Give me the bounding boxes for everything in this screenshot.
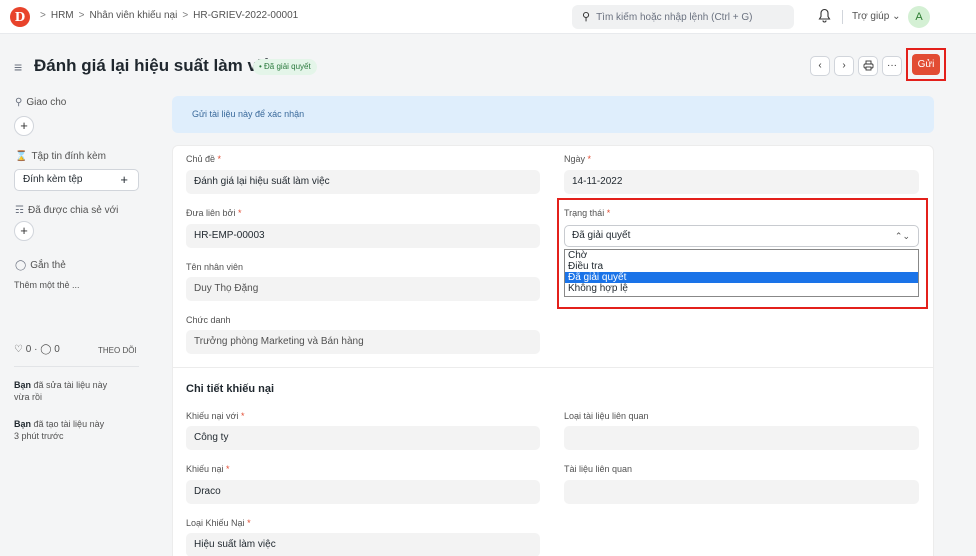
add-share-button[interactable]: + bbox=[14, 221, 34, 241]
top-navbar: D > HRM > Nhân viên khiếu nại > HR-GRIEV… bbox=[0, 0, 976, 34]
users-icon: ☶ bbox=[15, 205, 24, 216]
employee-name-label: Tên nhân viên bbox=[186, 262, 244, 272]
status-highlight-frame bbox=[557, 198, 928, 309]
likes-comments: ♡ 0 · ◯ 0 bbox=[14, 344, 60, 355]
associated-document-field[interactable] bbox=[564, 480, 919, 504]
grievance-against-party-label: Khiếu nại với * bbox=[186, 411, 245, 421]
sidebar-toggle-icon[interactable]: ≡ bbox=[14, 59, 22, 75]
avatar[interactable]: A bbox=[908, 6, 930, 28]
breadcrumb-item-doc[interactable]: HR-GRIEV-2022-00001 bbox=[193, 10, 298, 21]
search-icon: ⚲ bbox=[582, 11, 591, 23]
shared-heading: ☶ Đã được chia sẻ với bbox=[15, 205, 118, 216]
activity-time: 3 phút trước bbox=[14, 431, 64, 441]
associated-doctype-field[interactable] bbox=[564, 426, 919, 450]
activity-actor: Bạn bbox=[14, 419, 32, 429]
activity-item: Bạn đã sửa tài liệu này bbox=[14, 379, 107, 391]
app-logo[interactable]: D bbox=[10, 7, 30, 27]
date-label: Ngày * bbox=[564, 154, 592, 164]
associated-doctype-label: Loại tài liệu liên quan bbox=[564, 411, 649, 421]
chevron-down-icon: ⌄ bbox=[892, 11, 901, 22]
raised-by-label: Đưa liên bởi * bbox=[186, 208, 242, 218]
tag-icon: ◯ bbox=[15, 260, 27, 271]
chevron-left-icon: ‹ bbox=[818, 60, 822, 71]
more-actions-button[interactable]: ··· bbox=[882, 56, 902, 76]
designation-label: Chức danh bbox=[186, 315, 231, 325]
prev-doc-button[interactable]: ‹ bbox=[810, 56, 830, 76]
paperclip-icon: ⌛ bbox=[15, 151, 28, 162]
activity-text: đã sửa tài liệu này bbox=[33, 380, 108, 390]
tags-label: Gắn thẻ bbox=[30, 260, 66, 271]
submit-banner: Gửi tài liệu này để xác nhận bbox=[172, 96, 934, 133]
next-doc-button[interactable]: › bbox=[834, 56, 854, 76]
attachments-label: Tập tin đính kèm bbox=[31, 151, 106, 162]
associated-document-label: Tài liệu liên quan bbox=[564, 464, 633, 474]
grievance-type-label: Loại Khiếu Nại * bbox=[186, 518, 251, 528]
attach-file-label: Đính kèm tệp bbox=[23, 174, 83, 185]
comment-icon[interactable]: ◯ bbox=[40, 344, 51, 355]
bell-icon[interactable] bbox=[818, 8, 832, 24]
grievance-against-field[interactable]: Draco bbox=[186, 480, 540, 504]
search-input[interactable]: ⚲ Tìm kiếm hoặc nhập lệnh (Ctrl + G) bbox=[572, 5, 794, 29]
add-tag-link[interactable]: Thêm một thẻ ... bbox=[14, 279, 80, 291]
submit-button[interactable]: Gửi bbox=[912, 54, 940, 75]
user-icon: ⚲ bbox=[15, 97, 23, 108]
help-label: Trợ giúp bbox=[852, 11, 890, 22]
section-divider bbox=[172, 367, 934, 368]
likes-count: 0 bbox=[25, 344, 32, 355]
subject-label: Chủ đề * bbox=[186, 154, 222, 164]
attach-file-button[interactable]: Đính kèm tệp + bbox=[14, 169, 139, 191]
employee-name-field: Duy Thọ Đặng bbox=[186, 277, 540, 301]
breadcrumb: > HRM > Nhân viên khiếu nại > HR-GRIEV-2… bbox=[40, 10, 298, 21]
activity-item: Bạn đã tạo tài liệu này bbox=[14, 418, 104, 430]
designation-field: Trưởng phòng Marketing và Bán hàng bbox=[186, 330, 540, 354]
plus-icon: + bbox=[20, 223, 28, 238]
breadcrumb-separator: > bbox=[78, 10, 85, 21]
tags-heading: ◯ Gắn thẻ bbox=[15, 260, 66, 271]
assign-label: Giao cho bbox=[26, 97, 67, 108]
breadcrumb-separator: > bbox=[40, 10, 46, 21]
help-dropdown[interactable]: Trợ giúp ⌄ bbox=[852, 11, 900, 22]
assign-heading: ⚲ Giao cho bbox=[15, 97, 66, 108]
add-assign-button[interactable]: + bbox=[14, 116, 34, 136]
follow-button[interactable]: THEO DÕI bbox=[98, 345, 137, 357]
plus-icon: + bbox=[20, 118, 28, 133]
heart-icon[interactable]: ♡ bbox=[14, 344, 23, 355]
breadcrumb-item-grievance[interactable]: Nhân viên khiếu nại bbox=[89, 10, 177, 21]
subject-field[interactable]: Đánh giá lại hiệu suất làm việc bbox=[186, 170, 540, 194]
search-placeholder: Tìm kiếm hoặc nhập lệnh (Ctrl + G) bbox=[596, 12, 753, 23]
print-button[interactable] bbox=[858, 56, 878, 76]
breadcrumb-item-hrm[interactable]: HRM bbox=[51, 10, 74, 21]
page-title: Đánh giá lại hiệu suất làm việc bbox=[34, 56, 281, 75]
section-title: Chi tiết khiếu nại bbox=[186, 383, 275, 395]
status-badge-label: Đã giải quyết bbox=[264, 62, 311, 71]
chevron-right-icon: › bbox=[842, 60, 846, 71]
comments-count: 0 bbox=[54, 344, 60, 355]
sidebar-divider bbox=[14, 366, 139, 367]
activity-time: vừa rồi bbox=[14, 392, 43, 402]
status-badge: • Đã giải quyết bbox=[253, 59, 317, 75]
printer-icon bbox=[863, 60, 873, 71]
plus-icon: + bbox=[120, 172, 128, 187]
attachments-heading: ⌛ Tập tin đính kèm bbox=[15, 151, 106, 162]
breadcrumb-separator: > bbox=[182, 10, 189, 21]
shared-label: Đã được chia sẻ với bbox=[27, 205, 119, 216]
navbar-divider bbox=[842, 10, 843, 24]
grievance-type-field[interactable]: Hiệu suất làm việc bbox=[186, 533, 540, 556]
activity-actor: Bạn bbox=[14, 380, 32, 390]
grievance-against-label: Khiếu nại * bbox=[186, 464, 230, 474]
raised-by-field[interactable]: HR-EMP-00003 bbox=[186, 224, 540, 248]
date-field[interactable]: 14-11-2022 bbox=[564, 170, 919, 194]
activity-text: đã tạo tài liệu này bbox=[33, 419, 105, 429]
grievance-against-party-field[interactable]: Công ty bbox=[186, 426, 540, 450]
